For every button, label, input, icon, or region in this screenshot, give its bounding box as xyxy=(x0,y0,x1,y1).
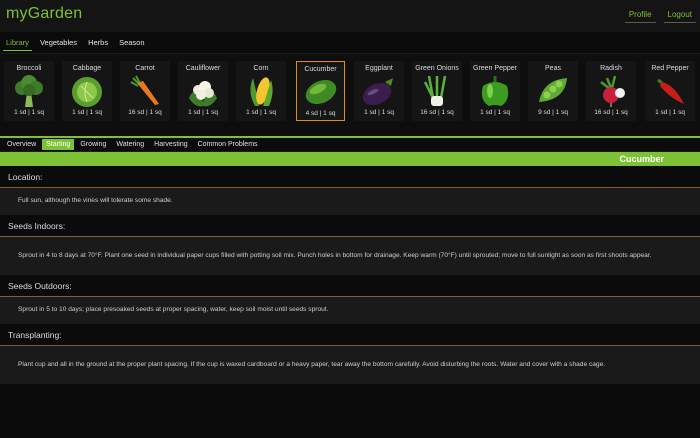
corn-icon xyxy=(236,74,286,107)
nav-herbs[interactable]: Herbs xyxy=(85,38,111,50)
plant-card-corn[interactable]: Corn 1 sd | 1 sq xyxy=(236,61,286,121)
tab-watering[interactable]: Watering xyxy=(112,139,148,150)
section-body: Sprout in 5 to 10 days; place presoaked … xyxy=(0,297,700,324)
plant-name: Eggplant xyxy=(365,65,393,72)
section-heading: Seeds Indoors: xyxy=(0,215,700,237)
plant-card-red-pepper[interactable]: Red Pepper 1 sd | 1 sq xyxy=(645,61,695,121)
profile-link[interactable]: Profile xyxy=(624,8,656,23)
plant-stats: 16 sd | 1 sq xyxy=(420,109,454,116)
plant-stats: 1 sd | 1 sq xyxy=(655,109,685,116)
section-body: Full sun, although the vines will tolera… xyxy=(0,188,700,215)
tab-overview[interactable]: Overview xyxy=(3,139,40,150)
section-heading: Location: xyxy=(0,166,700,188)
cucumber-icon xyxy=(297,75,344,108)
peas-icon xyxy=(528,74,578,107)
cabbage-icon xyxy=(62,74,112,107)
plant-stats: 1 sd | 1 sq xyxy=(480,109,510,116)
plant-stats: 9 sd | 1 sq xyxy=(538,109,568,116)
account-links: Profile Logout xyxy=(624,8,696,23)
plant-card-cauliflower[interactable]: Cauliflower 1 sd | 1 sq xyxy=(178,61,228,121)
plant-stats: 1 sd | 1 sq xyxy=(246,109,276,116)
plant-stats: 1 sd | 1 sq xyxy=(72,109,102,116)
plant-strip: Broccoli 1 sd | 1 sq Cabbage 1 sd | 1 sq… xyxy=(0,54,700,138)
plant-stats: 1 sd | 1 sq xyxy=(14,109,44,116)
plant-stats: 1 sd | 1 sq xyxy=(188,109,218,116)
seeds-outdoors-section: Seeds Outdoors: Sprout in 5 to 10 days; … xyxy=(0,275,700,324)
plant-card-radish[interactable]: Radish 16 sd | 1 sq xyxy=(586,61,636,121)
tab-growing[interactable]: Growing xyxy=(76,139,110,150)
plant-name: Radish xyxy=(600,65,622,72)
carrot-icon xyxy=(120,74,170,107)
logout-link[interactable]: Logout xyxy=(663,8,696,23)
plant-name: Peas xyxy=(545,65,561,72)
eggplant-icon xyxy=(354,74,404,107)
section-body: Plant cup and all in the ground at the p… xyxy=(0,346,700,384)
plant-card-carrot[interactable]: Carrot 16 sd | 1 sq xyxy=(120,61,170,121)
plant-name: Green Onions xyxy=(415,65,459,72)
plant-name: Cucumber xyxy=(304,66,337,73)
cauliflower-icon xyxy=(178,74,228,107)
plant-card-green-onions[interactable]: Green Onions 16 sd | 1 sq xyxy=(412,61,462,121)
main-nav: Library Vegetables Herbs Season xyxy=(0,32,700,54)
plant-card-cabbage[interactable]: Cabbage 1 sd | 1 sq xyxy=(62,61,112,121)
plant-name: Carrot xyxy=(135,65,155,72)
nav-season[interactable]: Season xyxy=(116,38,147,50)
plant-stats: 16 sd | 1 sq xyxy=(128,109,162,116)
plant-stats: 1 sd | 1 sq xyxy=(364,109,394,116)
location-section: Location: Full sun, although the vines w… xyxy=(0,166,700,215)
seeds-indoors-section: Seeds Indoors: Sprout in 4 to 8 days at … xyxy=(0,215,700,275)
section-body: Sprout in 4 to 8 days at 70°F. Plant one… xyxy=(0,237,700,275)
plant-name: Broccoli xyxy=(16,65,42,72)
detail-tabs: Overview Starting Growing Watering Harve… xyxy=(0,138,700,152)
plant-name: Cabbage xyxy=(72,65,102,72)
plant-card-green-pepper[interactable]: Green Pepper 1 sd | 1 sq xyxy=(470,61,520,121)
tab-common-problems[interactable]: Common Problems xyxy=(194,139,262,150)
green-onion-icon xyxy=(412,74,462,107)
section-heading: Transplanting: xyxy=(0,324,700,346)
nav-vegetables[interactable]: Vegetables xyxy=(37,38,80,50)
plant-name: Green Pepper xyxy=(473,65,517,72)
plant-card-cucumber[interactable]: Cucumber 4 sd | 1 sq xyxy=(296,61,345,121)
plant-name: Cauliflower xyxy=(185,65,221,72)
plant-card-peas[interactable]: Peas 9 sd | 1 sq xyxy=(528,61,578,121)
plant-card-broccoli[interactable]: Broccoli 1 sd | 1 sq xyxy=(4,61,54,121)
app-logo[interactable]: myGarden xyxy=(6,5,82,23)
nav-library[interactable]: Library xyxy=(3,38,32,51)
plant-stats: 4 sd | 1 sq xyxy=(305,110,336,117)
red-pepper-icon xyxy=(645,74,695,107)
tab-starting[interactable]: Starting xyxy=(42,139,75,150)
green-pepper-icon xyxy=(470,74,520,107)
plant-name: Corn xyxy=(253,65,269,72)
plant-card-eggplant[interactable]: Eggplant 1 sd | 1 sq xyxy=(354,61,404,121)
plant-name: Red Pepper xyxy=(651,65,689,72)
plant-stats: 16 sd | 1 sq xyxy=(594,109,628,116)
broccoli-icon xyxy=(4,74,54,107)
selected-plant-title: Cucumber xyxy=(0,152,700,166)
tab-harvesting[interactable]: Harvesting xyxy=(150,139,191,150)
section-heading: Seeds Outdoors: xyxy=(0,275,700,297)
transplanting-section: Transplanting: Plant cup and all in the … xyxy=(0,324,700,384)
radish-icon xyxy=(586,74,636,107)
top-bar: myGarden Profile Logout xyxy=(0,0,700,32)
